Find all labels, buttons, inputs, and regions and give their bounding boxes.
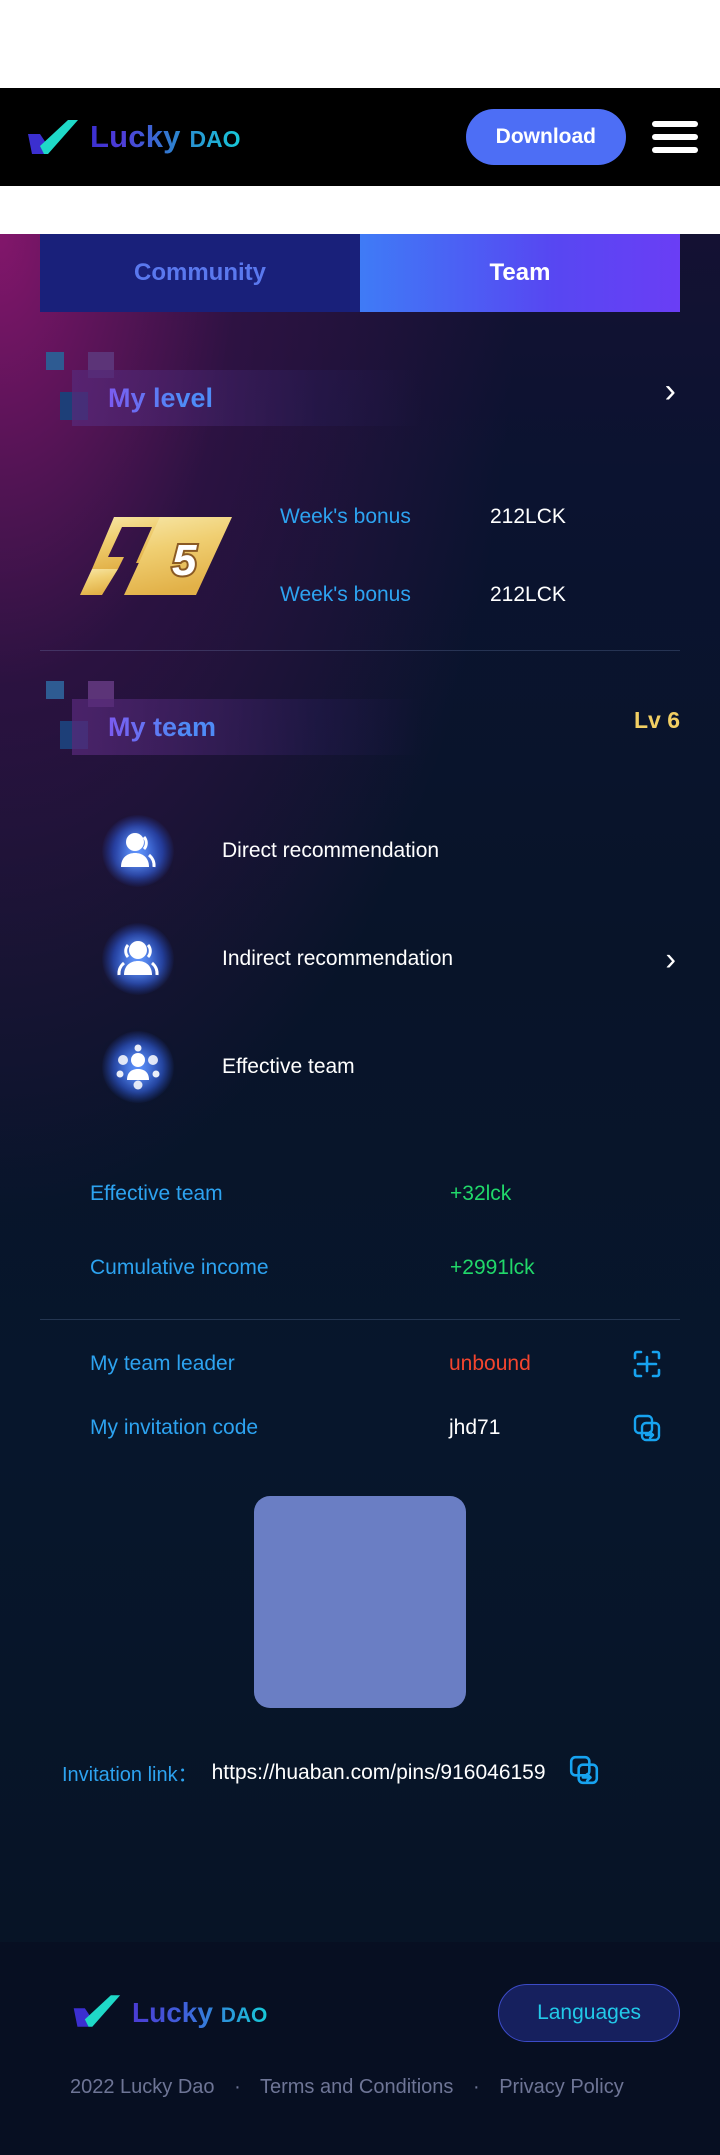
team-row-effective-team[interactable]: Effective team: [40, 1013, 680, 1121]
decor-square-a: [46, 352, 64, 370]
checkmark-logo-icon: [24, 117, 80, 157]
footer-top-row: Lucky DAO Languages: [70, 1984, 680, 2042]
tab-community[interactable]: Community: [40, 234, 360, 312]
my-level-title: My level: [108, 382, 214, 413]
app-page: Lucky DAO Download Community Team My lev…: [0, 0, 720, 2155]
decor-square-a: [46, 681, 64, 699]
footer-link-terms[interactable]: Terms and Conditions: [260, 2076, 453, 2098]
team-row-direct-recommendation[interactable]: Direct recommendation: [40, 797, 680, 905]
stat-label: Effective team: [90, 1182, 223, 1205]
level-badge: 5: [78, 513, 244, 599]
week-bonus-label: Week's bonus: [280, 505, 411, 528]
bind-row-team-leader: My team leader unbound: [90, 1332, 670, 1396]
team-row-indirect-recommendation[interactable]: Indirect recommendation ›: [40, 905, 680, 1013]
week-bonus-value: 212LCK: [490, 583, 566, 606]
footer-copyright: 2022 Lucky Dao: [70, 2076, 215, 2098]
stat-value: +2991lck: [450, 1256, 535, 1279]
team-bindings: My team leader unbound My invitation cod…: [40, 1332, 680, 1460]
qr-area: [40, 1496, 680, 1708]
stat-row-cumulative-income: Cumulative income +2991lck: [90, 1231, 670, 1305]
footer-link-privacy[interactable]: Privacy Policy: [499, 2076, 623, 2098]
footer-separator: ·: [472, 2076, 480, 2098]
stat-value: +32lck: [450, 1182, 512, 1205]
bind-label: My team leader: [90, 1352, 235, 1375]
two-users-icon: [102, 923, 174, 995]
my-level-header: My level ›: [40, 352, 680, 432]
my-team-title: My team: [108, 711, 217, 742]
hamburger-menu-icon[interactable]: [652, 121, 698, 153]
my-team-header: My team Lv 6: [40, 681, 680, 761]
team-level-badge: Lv 6: [633, 707, 680, 733]
divider: [40, 1319, 680, 1320]
copy-icon[interactable]: [568, 1754, 600, 1791]
footer-legal: 2022 Lucky Dao · Terms and Conditions · …: [70, 2076, 680, 2099]
top-white-strip: [0, 0, 720, 88]
invitation-link-row: Invitation link： https://huaban.com/pins…: [40, 1754, 680, 1791]
bind-value-code: jhd71: [449, 1416, 501, 1439]
checkmark-logo-icon: [70, 1992, 122, 2035]
site-footer: Lucky DAO Languages 2022 Lucky Dao · Ter…: [0, 1942, 720, 2155]
invitation-link-url[interactable]: https://huaban.com/pins/916046159: [212, 1761, 546, 1785]
scan-qr-icon[interactable]: [624, 1349, 670, 1379]
team-item-label: Effective team: [222, 1055, 355, 1078]
week-bonus-value: 212LCK: [490, 505, 566, 528]
my-level-title-bar: My level: [72, 370, 422, 426]
burger-line-3: [652, 147, 698, 153]
site-header: Lucky DAO Download: [0, 88, 720, 186]
bind-row-invitation-code: My invitation code jhd71: [90, 1396, 670, 1460]
team-item-chevron-right-icon[interactable]: ›: [665, 941, 676, 978]
footer-brand-logo[interactable]: Lucky DAO: [70, 1992, 267, 2035]
week-bonus-label: Week's bonus: [280, 583, 411, 606]
week-bonus-row: Week's bonus 212LCK: [280, 478, 680, 556]
brand-wordmark: Lucky DAO: [90, 119, 241, 154]
languages-button[interactable]: Languages: [498, 1984, 680, 2042]
stat-row-effective-team: Effective team +32lck: [90, 1157, 670, 1231]
divider: [40, 650, 680, 651]
main-content: Community Team My level › 5 Week's bonus…: [0, 234, 720, 1942]
team-stats: Effective team +32lck Cumulative income …: [40, 1157, 680, 1305]
qr-code-placeholder: [254, 1496, 466, 1708]
bind-label: My invitation code: [90, 1416, 259, 1439]
level-number: 5: [172, 536, 197, 585]
team-items-list: Direct recommendation Indirect recommend…: [40, 797, 680, 1121]
team-item-label: Indirect recommendation: [222, 947, 454, 970]
brand-logo[interactable]: Lucky DAO: [24, 117, 241, 157]
my-team-title-bar: My team: [72, 699, 422, 755]
team-item-label: Direct recommendation: [222, 839, 440, 862]
my-level-block: 5 Week's bonus 212LCK Week's bonus 212LC…: [40, 478, 680, 634]
week-bonus-list: Week's bonus 212LCK Week's bonus 212LCK: [280, 478, 680, 634]
team-network-icon: [102, 1031, 174, 1103]
footer-separator: ·: [234, 2076, 241, 2098]
week-bonus-row: Week's bonus 212LCK: [280, 556, 680, 634]
tab-team[interactable]: Team: [360, 234, 680, 312]
footer-brand-wordmark: Lucky DAO: [132, 1997, 268, 2028]
section-tabs: Community Team: [40, 234, 680, 312]
my-level-chevron-right-icon[interactable]: ›: [665, 374, 676, 408]
download-button[interactable]: Download: [465, 109, 626, 165]
single-user-icon: [102, 815, 174, 887]
burger-line-2: [652, 134, 698, 140]
stat-label: Cumulative income: [90, 1256, 269, 1279]
copy-icon[interactable]: [624, 1413, 670, 1443]
invitation-link-label: Invitation link：: [62, 1764, 198, 1786]
bind-value-unbound: unbound: [449, 1352, 531, 1375]
burger-line-1: [652, 121, 698, 127]
